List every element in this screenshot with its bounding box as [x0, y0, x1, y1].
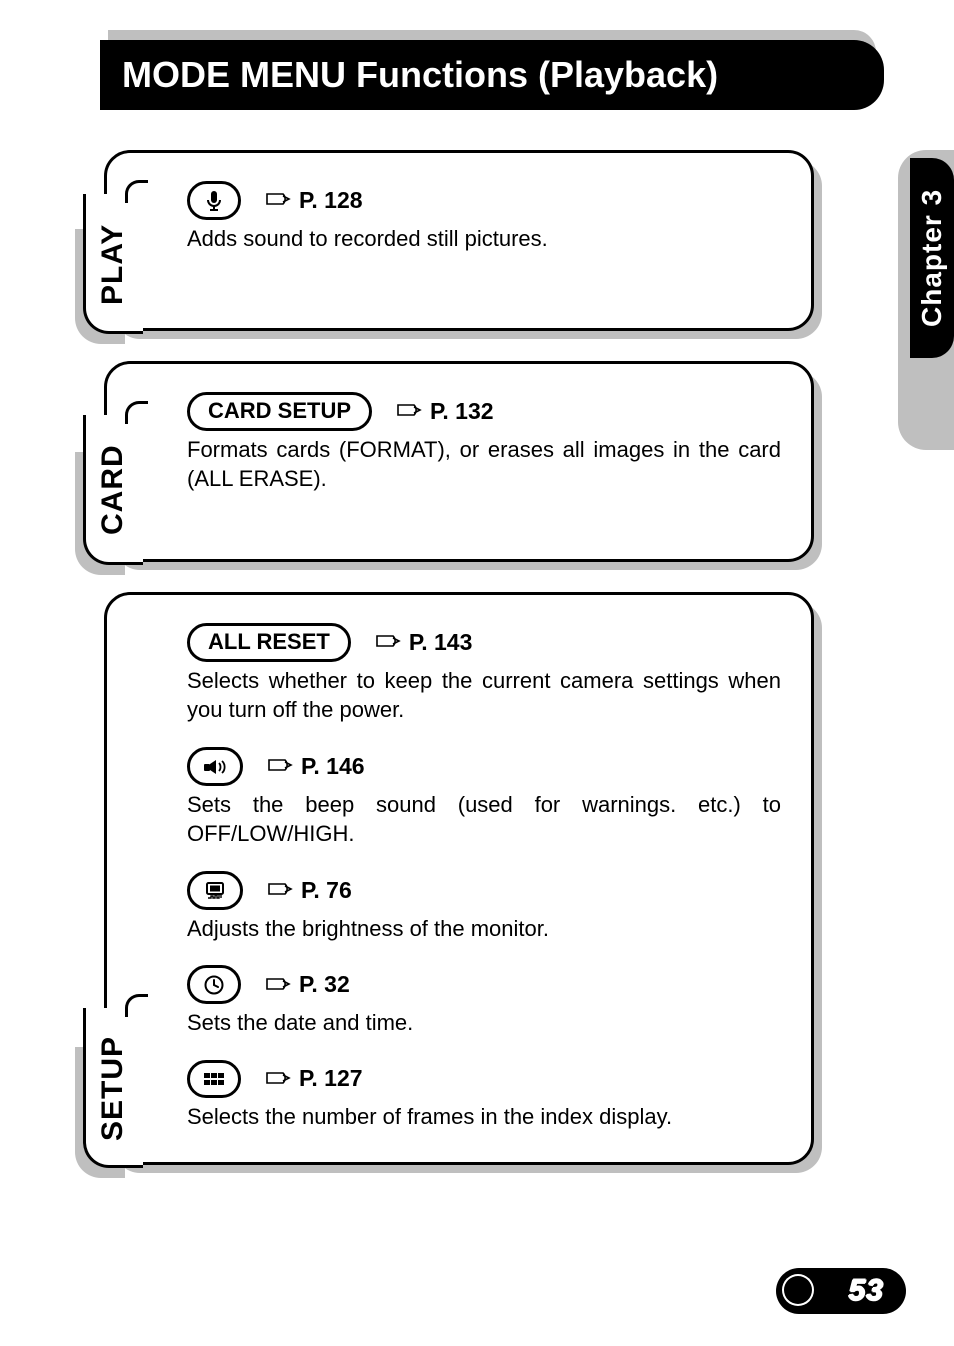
- page-number: 53: [849, 1274, 884, 1308]
- item-description: Sets the beep sound (used for warnings. …: [187, 790, 781, 849]
- pointer-icon: [265, 1069, 293, 1089]
- page-ref: P. 76: [267, 875, 352, 906]
- pointer-icon: [396, 401, 424, 421]
- item-description: Formats cards (FORMAT), or erases all im…: [187, 435, 781, 494]
- tab-setup: SETUP: [83, 1008, 143, 1168]
- tab-play: PLAY: [83, 194, 143, 334]
- pointer-icon: [267, 756, 295, 776]
- section-play: PLAY: [104, 150, 814, 331]
- monitor-brightness-icon: [187, 871, 243, 910]
- page-number-badge: 53: [776, 1268, 906, 1314]
- page-ref: P. 32: [265, 969, 350, 1000]
- beep-icon: [187, 747, 243, 786]
- label-card-setup: CARD SETUP: [187, 392, 372, 431]
- item-description: Adds sound to recorded still pictures.: [187, 224, 781, 254]
- page-ref: P. 146: [267, 751, 365, 782]
- pointer-icon: [265, 975, 293, 995]
- page-ref: P. 132: [396, 396, 494, 427]
- label-all-reset: ALL RESET: [187, 623, 351, 662]
- page-ref: P. 127: [265, 1063, 363, 1094]
- pointer-icon: [375, 632, 403, 652]
- pointer-icon: [267, 880, 295, 900]
- item-description: Selects whether to keep the current came…: [187, 666, 781, 725]
- item-description: Adjusts the brightness of the monitor.: [187, 914, 781, 944]
- page-title-banner: MODE MENU Functions (Playback): [100, 40, 884, 110]
- page-ref: P. 143: [375, 627, 473, 658]
- microphone-icon: [187, 181, 241, 220]
- chapter-side-tab: Chapter 3: [898, 150, 954, 450]
- item-description: Sets the date and time.: [187, 1008, 781, 1038]
- item-description: Selects the number of frames in the inde…: [187, 1102, 781, 1132]
- page-ref: P. 128: [265, 185, 363, 216]
- index-grid-icon: [187, 1060, 241, 1099]
- chapter-label: Chapter 3: [910, 158, 954, 358]
- tab-card: CARD: [83, 415, 143, 565]
- section-setup: SETUP ALL RESET P. 143 Selects whether t…: [104, 592, 814, 1165]
- pointer-icon: [265, 190, 293, 210]
- page-title: MODE MENU Functions (Playback): [100, 40, 884, 110]
- section-card: CARD CARD SETUP P. 132 Formats cards (FO…: [104, 361, 814, 562]
- clock-icon: [187, 965, 241, 1004]
